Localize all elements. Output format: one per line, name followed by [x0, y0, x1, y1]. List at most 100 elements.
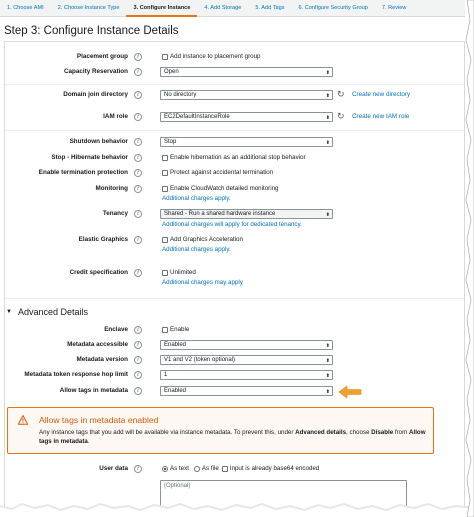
info-icon[interactable]: i	[134, 91, 142, 99]
credit-spec-row: Credit specification i Unlimited Additio…	[0, 268, 474, 286]
info-icon[interactable]: i	[134, 326, 142, 334]
torn-edge-bottom	[0, 503, 474, 517]
iam-role-row: IAM role i EC2DefaultInstanceRole ⬍ ↻ Cre…	[0, 111, 474, 124]
divider	[5, 84, 464, 85]
elastic-graphics-label: Elastic Graphics	[78, 236, 128, 243]
info-icon[interactable]: i	[134, 236, 142, 244]
capacity-reservation-value: Open	[164, 69, 179, 75]
tab-choose-ami[interactable]: 1. Choose AMI	[0, 0, 51, 17]
page-title: Step 3: Configure Instance Details	[4, 25, 179, 37]
tab-choose-instance-type[interactable]: 2. Choose Instance Type	[51, 0, 127, 17]
as-text-label: As text	[170, 465, 189, 472]
metadata-version-select[interactable]: V1 and V2 (token optional) ⬍	[160, 355, 333, 365]
divider	[5, 298, 464, 299]
monitoring-checkbox-label: Enable CloudWatch detailed monitoring	[170, 185, 279, 192]
shutdown-label: Shutdown behavior	[69, 138, 128, 145]
placement-group-label: Placement group	[76, 53, 128, 60]
enclave-label: Enclave	[104, 326, 128, 333]
domain-join-value: No directory	[164, 92, 197, 98]
refresh-icon[interactable]: ↻	[337, 111, 345, 122]
monitoring-checkbox[interactable]: Enable CloudWatch detailed monitoring	[162, 185, 278, 192]
info-icon[interactable]: i	[134, 371, 142, 379]
metadata-accessible-select[interactable]: Enabled ⬍	[160, 340, 333, 350]
as-file-label: As file	[201, 465, 219, 472]
chevron-down-icon: ⬍	[325, 358, 330, 364]
allow-tags-select[interactable]: Enabled ⬍	[160, 386, 333, 396]
shutdown-value: Stop	[164, 139, 177, 145]
metadata-version-row: Metadata version i V1 and V2 (token opti…	[0, 355, 474, 367]
hop-limit-row: Metadata token response hop limit i 1 ⬍	[0, 370, 474, 382]
tab-add-storage[interactable]: 4. Add Storage	[197, 0, 248, 17]
info-icon[interactable]: i	[134, 387, 142, 395]
allow-tags-label: Allow tags in metadata	[59, 387, 128, 394]
iam-role-select[interactable]: EC2DefaultInstanceRole ⬍	[160, 112, 333, 122]
enclave-checkbox-label: Enable	[170, 326, 190, 333]
checkbox-box[interactable]	[162, 269, 168, 276]
enclave-checkbox[interactable]: Enable	[162, 326, 189, 333]
iam-role-label: IAM role	[103, 113, 128, 120]
tab-configure-security-group[interactable]: 6. Configure Security Group	[292, 0, 375, 17]
info-icon[interactable]: i	[134, 269, 142, 277]
base64-label: Input is already base64 encoded	[229, 465, 320, 472]
info-icon[interactable]: i	[134, 341, 142, 349]
tab-configure-instance[interactable]: 3. Configure Instance	[126, 0, 198, 17]
info-icon[interactable]: i	[134, 356, 142, 364]
info-icon[interactable]: i	[134, 113, 142, 121]
termination-checkbox-label: Protect against accidental termination	[170, 169, 274, 176]
tenancy-row: Tenancy i Shared - Run a shared hardware…	[0, 209, 474, 228]
hibernate-row: Stop - Hibernate behavior i Enable hiber…	[0, 153, 474, 165]
create-new-directory-link[interactable]: Create new directory	[352, 91, 410, 98]
user-data-placeholder: (Optional)	[164, 483, 191, 489]
tenancy-label: Tenancy	[102, 210, 128, 217]
tab-review[interactable]: 7. Review	[375, 0, 414, 17]
elastic-graphics-checkbox[interactable]: Add Graphics Acceleration	[162, 236, 243, 243]
monitoring-row: Monitoring i Enable CloudWatch detailed …	[0, 184, 474, 202]
elastic-graphics-row: Elastic Graphics i Add Graphics Accelera…	[0, 235, 474, 253]
iam-role-value: EC2DefaultInstanceRole	[164, 114, 230, 120]
checkbox-box[interactable]	[162, 154, 168, 161]
hop-limit-select[interactable]: 1 ⬍	[160, 370, 333, 380]
monitoring-charges-link[interactable]: Additional charges apply.	[162, 195, 231, 202]
checkbox-box[interactable]	[162, 236, 168, 243]
checkbox-box[interactable]	[162, 169, 168, 176]
tab-add-tags[interactable]: 5. Add Tags	[248, 0, 291, 17]
info-icon[interactable]: i	[134, 465, 142, 473]
info-icon[interactable]: i	[134, 210, 142, 218]
credit-spec-charges-link[interactable]: Additional charges may apply	[162, 279, 243, 286]
monitoring-label: Monitoring	[95, 185, 128, 192]
info-icon[interactable]: i	[134, 138, 142, 146]
capacity-reservation-select[interactable]: Open ⬍	[160, 67, 333, 77]
info-icon[interactable]: i	[134, 53, 142, 61]
tenancy-select[interactable]: Shared - Run a shared hardware instance ⬍	[160, 209, 333, 219]
metadata-accessible-row: Metadata accessible i Enabled ⬍	[0, 340, 474, 352]
checkbox-box[interactable]	[162, 53, 168, 60]
advanced-details-toggle[interactable]: ▼ Advanced Details	[6, 307, 88, 317]
base64-checkbox[interactable]	[221, 465, 228, 472]
warning-title: Allow tags in metadata enabled	[39, 415, 159, 425]
caret-down-icon: ▼	[6, 309, 12, 315]
as-file-radio[interactable]	[193, 465, 200, 472]
info-icon[interactable]: i	[134, 68, 142, 76]
domain-join-select[interactable]: No directory ⬍	[160, 90, 333, 100]
termination-checkbox[interactable]: Protect against accidental termination	[162, 169, 273, 176]
as-text-radio[interactable]	[162, 465, 168, 472]
shutdown-select[interactable]: Stop ⬍	[160, 137, 333, 147]
user-data-options: As text As file Input is already base64 …	[162, 465, 319, 472]
placement-group-checkbox[interactable]: Add instance to placement group	[162, 53, 260, 60]
tenancy-charges-link[interactable]: Additional charges will apply for dedica…	[162, 221, 302, 228]
info-icon[interactable]: i	[134, 185, 142, 193]
metadata-version-label: Metadata version	[76, 356, 128, 363]
unlimited-checkbox[interactable]: Unlimited	[162, 269, 196, 276]
refresh-icon[interactable]: ↻	[337, 89, 345, 100]
checkbox-box[interactable]	[162, 185, 168, 192]
checkbox-box[interactable]	[162, 326, 168, 333]
hibernate-checkbox[interactable]: Enable hibernation as an additional stop…	[162, 154, 306, 161]
chevron-down-icon: ⬍	[325, 140, 330, 146]
info-icon[interactable]: i	[134, 169, 142, 177]
torn-edge-right	[465, 0, 474, 517]
info-icon[interactable]: i	[134, 154, 142, 162]
create-new-iam-role-link[interactable]: Create new IAM role	[352, 113, 409, 120]
elastic-graphics-charges-link[interactable]: Additional charges apply.	[162, 246, 231, 253]
termination-row: Enable termination protection i Protect …	[0, 168, 474, 180]
domain-join-label: Domain join directory	[63, 91, 128, 98]
